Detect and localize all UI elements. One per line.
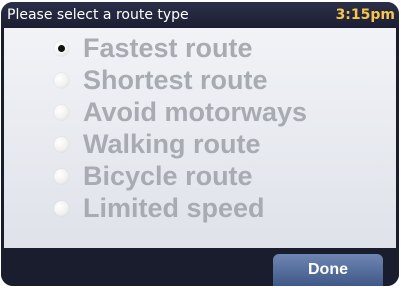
radio-unselected-icon[interactable] — [54, 136, 69, 152]
route-type-panel: Fastest route Shortest route Avoid motor… — [4, 28, 396, 248]
route-option-bicycle[interactable]: Bicycle route — [54, 160, 253, 192]
route-option-label: Fastest route — [83, 32, 253, 63]
radio-unselected-icon[interactable] — [54, 72, 69, 88]
route-option-walking[interactable]: Walking route — [54, 128, 261, 160]
radio-selected-icon[interactable] — [54, 40, 69, 56]
route-option-label: Bicycle route — [83, 160, 253, 191]
route-option-label: Shortest route — [83, 64, 268, 95]
done-button[interactable]: Done — [273, 254, 383, 286]
radio-unselected-icon[interactable] — [54, 104, 69, 120]
radio-unselected-icon[interactable] — [54, 200, 69, 216]
route-option-shortest[interactable]: Shortest route — [54, 64, 268, 96]
route-option-label: Limited speed — [83, 192, 265, 223]
device-screen: Please select a route type 3:15pm Fastes… — [1, 2, 399, 286]
route-option-avoid-motorways[interactable]: Avoid motorways — [54, 96, 307, 128]
route-option-fastest[interactable]: Fastest route — [54, 32, 253, 64]
screen-title: Please select a route type — [7, 7, 189, 23]
radio-unselected-icon[interactable] — [54, 168, 69, 184]
bottom-bar: Done — [1, 248, 399, 286]
route-option-label: Walking route — [83, 128, 261, 159]
route-option-limited-speed[interactable]: Limited speed — [54, 192, 265, 224]
title-bar: Please select a route type 3:15pm — [1, 2, 399, 28]
clock: 3:15pm — [335, 7, 395, 23]
route-option-label: Avoid motorways — [83, 96, 308, 127]
